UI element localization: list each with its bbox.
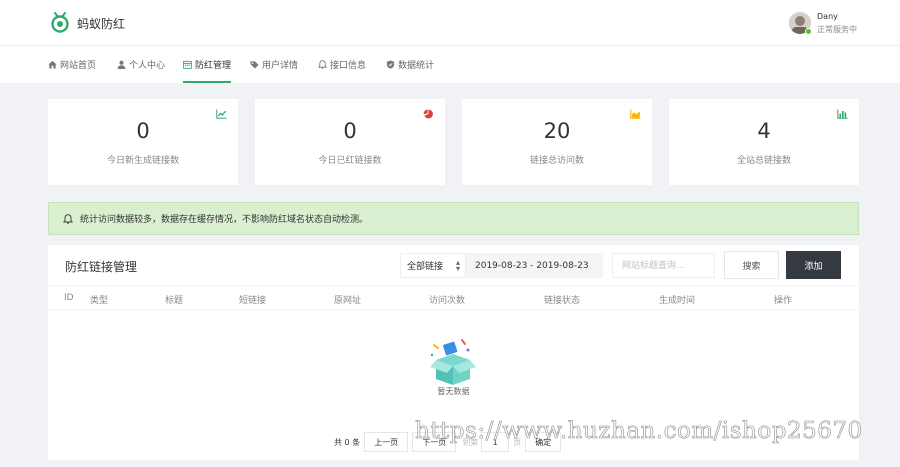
panel-title: 防红链接管理 — [65, 260, 138, 274]
user-menu[interactable]: Dany 正常服务中 — [789, 11, 860, 35]
nav-item-label: 用户详情 — [262, 61, 299, 71]
empty-box-icon — [430, 339, 476, 385]
date-range-picker[interactable]: 2019-08-23 - 2019-08-23 — [466, 253, 603, 278]
shield-icon — [386, 60, 395, 69]
area-chart-icon — [630, 109, 641, 119]
nav-item-data-stats[interactable]: 数据统计 — [386, 46, 434, 83]
online-status-dot — [805, 28, 812, 35]
column-header: 生成时间 — [659, 296, 696, 306]
brand-title: 蚂蚁防红 — [77, 17, 126, 31]
nav-item-anti-red[interactable]: 防红管理 — [183, 46, 232, 83]
stat-value: 0 — [136, 119, 150, 143]
bell-icon — [318, 60, 327, 69]
prev-page-button[interactable]: 上一页 — [364, 432, 409, 452]
pie-chart-icon — [423, 109, 433, 119]
nav-item-user-details[interactable]: 用户详情 — [250, 46, 298, 83]
column-header: 操作 — [774, 296, 793, 306]
column-header: 访问次数 — [429, 296, 466, 306]
search-button[interactable]: 搜索 — [724, 251, 779, 279]
column-header: 原网址 — [334, 296, 362, 306]
link-type-select-value: 全部链接 — [407, 262, 444, 272]
stat-value: 20 — [543, 119, 571, 143]
stat-card-total-visits: 20 链接总访问数 — [462, 99, 652, 185]
user-icon — [117, 60, 126, 69]
table-header: ID 类型 标题 短链接 原网址 访问次数 链接状态 生成时间 操作 — [48, 285, 859, 310]
column-header: 短链接 — [239, 296, 267, 306]
nav-item-label: 网站首页 — [60, 61, 97, 71]
nav-item-api-info[interactable]: 接口信息 — [318, 46, 366, 83]
main-nav: 网站首页 个人中心 防红管理 用户详情 接口信息 数据统计 — [0, 46, 900, 83]
nav-item-label: 数据统计 — [398, 61, 435, 71]
calendar-icon — [183, 60, 192, 69]
date-range-value: 2019-08-23 - 2019-08-23 — [475, 260, 589, 271]
column-header: ID — [64, 293, 74, 303]
nav-item-label: 接口信息 — [330, 61, 367, 71]
stat-card-red-links-today: 0 今日已红链接数 — [255, 99, 445, 185]
bar-chart-icon — [837, 109, 848, 119]
user-status: 正常服务中 — [817, 25, 857, 34]
home-icon — [48, 60, 57, 69]
stat-label: 全站总链接数 — [736, 156, 791, 166]
updown-arrow-icon: ▴ ▾ — [455, 258, 460, 273]
pagination-total: 共 0 条 — [334, 437, 361, 447]
column-header: 标题 — [165, 296, 184, 306]
bell-icon — [63, 213, 73, 224]
stat-card-site-total-links: 4 全站总链接数 — [669, 99, 859, 185]
stat-label: 今日新生成链接数 — [106, 156, 179, 166]
tag-icon — [250, 61, 259, 69]
add-button[interactable]: 添加 — [786, 251, 841, 279]
empty-state-text: 暂无数据 — [437, 387, 470, 396]
stat-label: 链接总访问数 — [529, 156, 584, 166]
nav-item-profile[interactable]: 个人中心 — [117, 46, 165, 83]
line-chart-icon — [216, 109, 227, 119]
nav-item-home[interactable]: 网站首页 — [48, 46, 96, 83]
site-title-search-input[interactable] — [612, 253, 715, 278]
stat-card-new-links-today: 0 今日新生成链接数 — [48, 99, 238, 185]
user-name: Dany — [817, 12, 838, 21]
nav-item-label: 防红管理 — [195, 61, 232, 71]
watermark: https://www.huzhan.com/ishop25670 — [415, 418, 863, 445]
column-header: 链接状态 — [544, 296, 581, 306]
stat-label: 今日已红链接数 — [318, 156, 382, 166]
notice-text: 统计访问数据较多，数据存在缓存情况，不影响防红域名状态自动检测。 — [80, 215, 369, 225]
stat-value: 4 — [757, 119, 771, 143]
stat-value: 0 — [343, 119, 357, 143]
nav-item-label: 个人中心 — [129, 61, 166, 71]
cache-notice: 统计访问数据较多，数据存在缓存情况，不影响防红域名状态自动检测。 — [48, 202, 859, 235]
column-header: 类型 — [90, 296, 109, 306]
top-bar: 蚂蚁防红 Dany 正常服务中 — [0, 0, 900, 46]
link-type-select[interactable]: 全部链接 ▴ ▾ — [400, 253, 466, 278]
ant-logo-icon[interactable] — [50, 11, 70, 33]
